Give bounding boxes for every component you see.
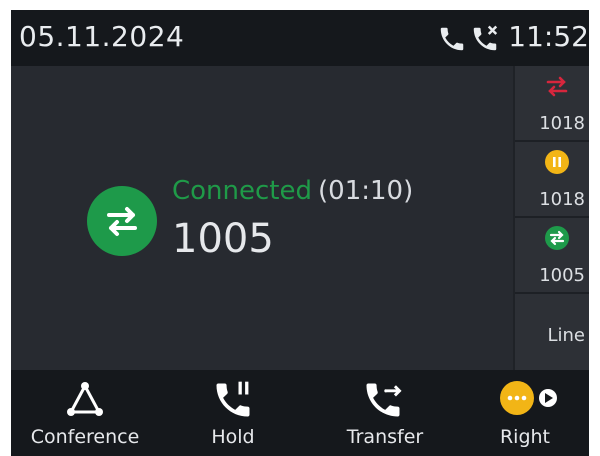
phone-screen: 05.11.2024 11:52 Connected (01:10) 1005 1… [11, 10, 589, 456]
hold-icon [211, 378, 255, 426]
line-key-label: Line [547, 325, 585, 346]
line-key-label: 1018 [539, 189, 585, 210]
conference-softkey[interactable]: Conference [11, 370, 159, 456]
phone-icon [437, 24, 467, 54]
hold-softkey[interactable]: Hold [159, 370, 307, 456]
softkey-label: Right [499, 426, 551, 448]
line-keys: 1018 1018 1005 Line [515, 66, 589, 370]
forwarded-arrows-icon [545, 74, 569, 98]
hold-pause-icon [545, 150, 569, 174]
call-duration: (01:10) [318, 176, 414, 206]
transfer-softkey[interactable]: Transfer [311, 370, 459, 456]
softkey-label: Hold [211, 426, 255, 448]
line-key-2[interactable]: 1018 [515, 142, 589, 218]
line-key-4[interactable]: Line [515, 294, 589, 370]
right-softkey[interactable]: Right [461, 370, 589, 456]
status-time: 11:52 [508, 20, 589, 53]
more-menu-icon [497, 378, 561, 426]
line-key-3[interactable]: 1005 [515, 218, 589, 294]
softkey-bar: Conference Hold Transfer Right [11, 370, 589, 456]
line-key-label: 1018 [539, 113, 585, 134]
status-bar: 05.11.2024 11:52 [11, 10, 589, 66]
line-key-label: 1005 [539, 265, 585, 286]
transfer-icon [361, 378, 405, 426]
line-key-1[interactable]: 1018 [515, 66, 589, 142]
conference-icon [63, 378, 107, 426]
call-state: Connected [172, 176, 313, 206]
transfer-arrows-icon [87, 186, 157, 256]
call-status-line: Connected (01:10) [172, 176, 413, 206]
softkey-label: Transfer [346, 426, 424, 448]
call-number: 1005 [172, 216, 274, 262]
status-date: 05.11.2024 [19, 20, 185, 53]
missed-call-icon [470, 24, 500, 54]
softkey-label: Conference [30, 426, 140, 448]
active-call-icon [545, 226, 569, 250]
call-area: Connected (01:10) 1005 [11, 66, 513, 370]
